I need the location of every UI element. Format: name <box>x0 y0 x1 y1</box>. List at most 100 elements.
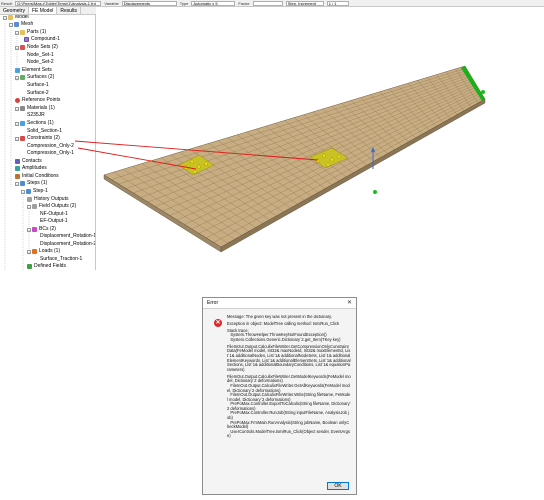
tree-item[interactable]: Defined Fields <box>27 263 66 270</box>
error-icon: ✕ <box>214 319 222 327</box>
tree-item[interactable]: Surface-1 <box>27 82 49 89</box>
message-line: FileInOut.Output.CalculixFileWriter.GetC… <box>227 343 351 372</box>
message-line: UserControls.ModelTree.tsmiRun_Click(Obj… <box>227 428 351 439</box>
increment-select[interactable]: 1 / 1 <box>326 0 349 6</box>
tree-item-label: History Outputs <box>34 196 69 202</box>
tree-item[interactable]: - Parts (1) <box>15 29 46 36</box>
mesh-canvas[interactable] <box>96 7 544 270</box>
expand-collapse-icon[interactable]: - <box>27 227 31 232</box>
tab-fe-model[interactable]: FE Model <box>28 7 58 14</box>
material-icon <box>20 106 25 111</box>
tree-item[interactable]: - Constraints (2) <box>15 135 60 142</box>
mesh-plate[interactable] <box>103 65 486 248</box>
expand-collapse-icon[interactable]: - <box>27 204 31 209</box>
expand-collapse-icon[interactable]: - <box>21 189 25 194</box>
tree-item[interactable]: NF-Output-1 <box>40 211 68 218</box>
contact-icon <box>15 159 20 164</box>
tree-item[interactable]: History Outputs <box>27 196 68 203</box>
tree-item[interactable]: - Mesh <box>9 21 33 28</box>
expand-collapse-icon[interactable]: - <box>15 121 19 126</box>
initial-conditions-icon <box>15 174 20 179</box>
result-file-select[interactable]: D:\Peers\Mas-r\Tobler\Temp\1\Analysis-1.… <box>15 0 102 6</box>
variable-select[interactable]: Displacements <box>121 0 177 6</box>
folder-icon <box>8 15 13 20</box>
tree-item[interactable]: Displacement_Rotation-1 <box>40 233 95 240</box>
tree-item[interactable]: EF-Output-1 <box>40 218 68 225</box>
tree-item[interactable]: Compound-1 <box>24 36 60 43</box>
tree-item[interactable]: - Node Sets (2) <box>15 44 58 51</box>
tab-results[interactable]: Results <box>57 7 82 14</box>
expand-collapse-icon[interactable]: - <box>15 75 19 80</box>
tree-item[interactable]: S235JR <box>27 112 45 119</box>
tree-item[interactable]: Compression_Only-1 <box>27 150 74 157</box>
expand-collapse-icon[interactable]: - <box>15 45 19 50</box>
tree-item[interactable]: Initial Conditions <box>15 173 59 180</box>
tree-item[interactable]: - Step-1 <box>21 188 48 195</box>
results-toolbar: Result D:\Peers\Mas-r\Tobler\Temp\1\Anal… <box>0 0 544 7</box>
tree-item-label: Node Sets (2) <box>27 44 58 50</box>
tree-item-label: NF-Output-1 <box>40 211 68 217</box>
field-output-icon <box>32 204 37 209</box>
error-message: Message: The given key was not present i… <box>227 315 351 479</box>
type-select[interactable]: Automatic x 5 <box>191 0 236 6</box>
expand-collapse-icon[interactable]: - <box>27 249 31 254</box>
step-increment-select[interactable]: Step, Increment <box>285 0 324 6</box>
expand-collapse-icon[interactable]: - <box>15 181 19 186</box>
tree-item[interactable]: - Steps (1) <box>15 180 47 187</box>
expand-collapse-icon[interactable]: - <box>9 22 13 27</box>
tree-item[interactable]: Solid_Section-1 <box>27 128 62 135</box>
tree-item-label: Field Outputs (2) <box>39 203 77 209</box>
tree-item[interactable]: - Surfaces (2) <box>15 74 54 81</box>
tree-item-label: Step-1 <box>33 188 48 194</box>
tree-item[interactable]: Amplitudes <box>15 165 47 172</box>
tree-tabs: Geometry FE Model Results <box>0 7 96 15</box>
tree-item[interactable]: - Field Outputs (2) <box>27 203 76 210</box>
factor-input[interactable] <box>252 0 283 6</box>
tree-item[interactable]: Reference Points <box>15 97 60 104</box>
tree-item[interactable]: Surface-2 <box>27 90 49 97</box>
tree-item[interactable]: Node_Set-2 <box>27 59 54 66</box>
3d-viewport[interactable] <box>96 7 544 270</box>
tree-item-label: Amplitudes <box>22 165 47 171</box>
expand-collapse-icon[interactable]: - <box>15 106 19 111</box>
message-paragraph: Stack trace: System.ThrowHelper.ThrowKey… <box>227 328 351 343</box>
close-icon[interactable]: ✕ <box>347 300 352 306</box>
constraint-icon <box>20 136 25 141</box>
tree-item[interactable]: Displacement_Rotation-2 <box>40 241 95 248</box>
tree-item-label: Parts (1) <box>27 29 47 35</box>
load-icon <box>32 249 37 254</box>
model-tree: - Model - Mesh - Parts (1) Compound-1- Node Set… <box>0 15 96 270</box>
tree-item[interactable]: Surface_Traction-1 <box>40 256 82 263</box>
tree-item-label: Solid_Section-1 <box>27 128 63 134</box>
history-output-icon <box>27 197 32 202</box>
element-set-icon <box>15 68 20 73</box>
tree-item-label: Compound-1 <box>31 36 60 42</box>
tree-item[interactable]: Compression_Only-2 <box>27 143 74 150</box>
tree-item[interactable]: - Materials (1) <box>15 105 55 112</box>
tree-item[interactable]: - BCs (2) <box>27 226 56 233</box>
dialog-title: Error <box>203 298 356 309</box>
tree-item-label: Surfaces (2) <box>27 74 55 80</box>
expand-collapse-icon[interactable]: - <box>3 15 7 20</box>
tree-item[interactable]: Element Sets <box>15 67 52 74</box>
variable-label: Variable <box>104 0 119 6</box>
expand-collapse-icon[interactable]: - <box>15 136 19 141</box>
tree-item-label: Node_Set-1 <box>27 52 54 58</box>
tree-item-label: Constraints (2) <box>27 135 60 141</box>
ok-button[interactable]: OK <box>327 482 349 490</box>
reference-point-green-2 <box>373 190 377 194</box>
tree-item[interactable]: Contacts <box>15 158 42 165</box>
tree-item[interactable]: - Loads (1) <box>27 248 60 255</box>
tree-item-label: S235JR <box>27 112 45 118</box>
tab-geometry[interactable]: Geometry <box>0 7 29 14</box>
folder-icon <box>20 30 25 35</box>
tree-item[interactable]: Node_Set-1 <box>27 52 54 59</box>
result-label: Result <box>1 0 13 6</box>
tree-item[interactable]: - Sections (1) <box>15 120 54 127</box>
reference-point-icon <box>15 98 20 103</box>
message-line: Exception in object: ModelTree calling m… <box>227 320 340 326</box>
tree-item-label: Loads (1) <box>39 248 61 254</box>
expand-collapse-icon[interactable]: - <box>15 30 19 35</box>
tree-item-label: Compression_Only-2 <box>27 143 74 149</box>
message-paragraph: Message: The given key was not present i… <box>227 315 351 320</box>
